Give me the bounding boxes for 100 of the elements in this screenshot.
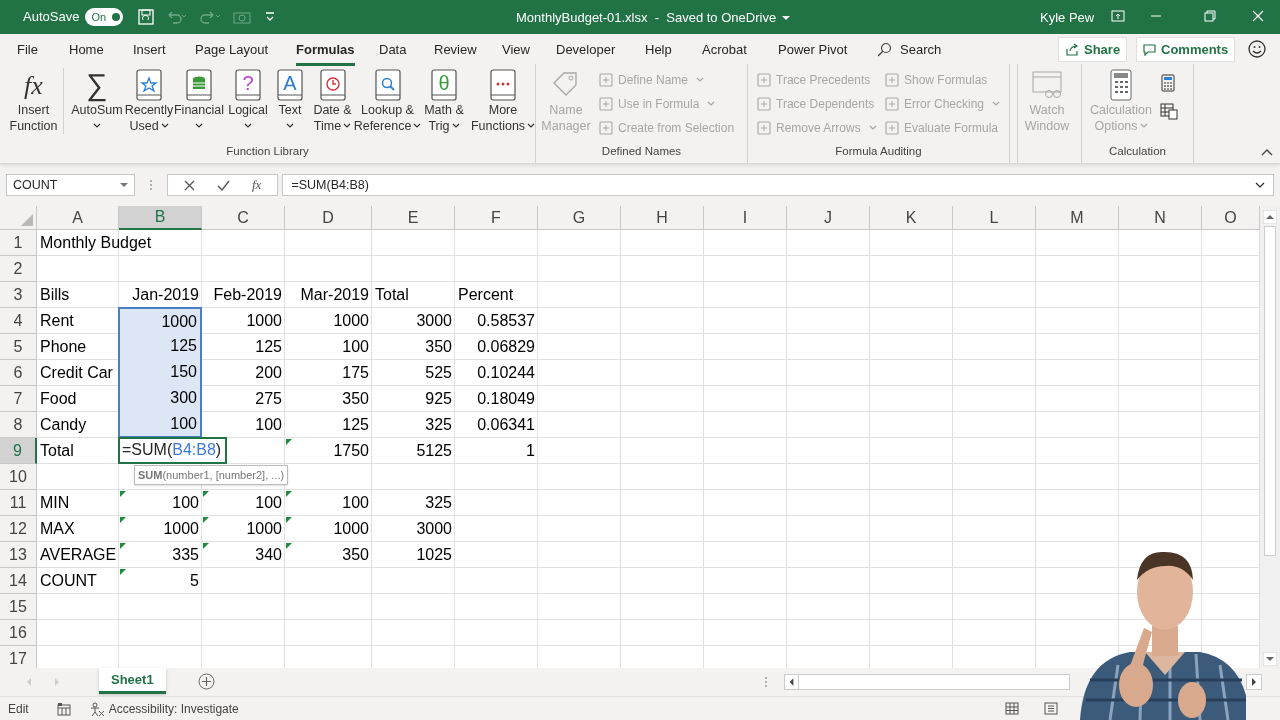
ribbon-tab[interactable]: Home [69,40,104,66]
normal-view-icon[interactable] [1005,702,1019,715]
customize-icon[interactable] [265,12,276,22]
ribbon-tab[interactable]: Acrobat [702,40,747,66]
function-button[interactable]: Date & Time [310,68,355,134]
row-header[interactable]: 9 [0,438,37,464]
scroll-up-icon[interactable] [1263,210,1277,224]
scroll-right-icon[interactable] [1246,674,1262,690]
page-layout-view-icon[interactable] [1044,702,1058,715]
comments-button[interactable]: Comments [1136,37,1236,62]
column-header[interactable]: M [1036,206,1119,230]
column-header[interactable]: K [870,206,953,230]
add-sheet-icon[interactable] [198,673,215,690]
row-header[interactable]: 7 [0,386,37,412]
column-header[interactable]: F [455,206,538,230]
name-box[interactable]: COUNT [6,174,135,196]
ribbon-tab[interactable]: Page Layout [195,40,268,66]
function-button[interactable]: fx Insert Function [4,68,64,134]
collapse-ribbon-icon[interactable] [1261,148,1273,156]
function-button[interactable]: θ Math & Trig [420,68,468,134]
scroll-thumb[interactable] [1264,226,1276,556]
column-header[interactable]: J [787,206,870,230]
column-header[interactable]: L [953,206,1036,230]
close-icon[interactable] [1252,10,1264,22]
ribbon-tab[interactable]: Help [645,40,672,66]
row-header[interactable]: 4 [0,308,37,334]
row-header[interactable]: 14 [0,568,37,594]
cell-text: 100 [255,493,282,513]
row-header[interactable]: 17 [0,646,37,668]
row-header[interactable]: 11 [0,490,37,516]
share-button[interactable]: Share [1058,37,1128,62]
cell-text: 0.10244 [477,363,535,383]
active-cell[interactable]: =SUM(B4:B8) [118,437,228,464]
function-button[interactable]: Recently Used [126,68,172,134]
column-header[interactable]: E [372,206,455,230]
cell-text: 100 [342,337,369,357]
function-button[interactable]: ∑ AutoSum [68,68,126,134]
calculator-icon[interactable] [1160,74,1176,92]
autosave-toggle[interactable]: On [85,8,124,26]
cancel-icon[interactable] [184,179,195,191]
row-header[interactable]: 13 [0,542,37,568]
row-header[interactable]: 10 [0,464,37,490]
scroll-down-icon[interactable] [1263,652,1277,666]
row-header[interactable]: 5 [0,334,37,360]
column-header[interactable]: H [621,206,704,230]
restore-icon[interactable] [1204,10,1216,22]
column-header[interactable]: I [704,206,787,230]
cell-text: 100 [342,493,369,513]
row-header[interactable]: 6 [0,360,37,386]
column-header[interactable]: G [538,206,621,230]
row-header[interactable]: 2 [0,256,37,282]
cell-text: 200 [255,363,282,383]
row-header[interactable]: 1 [0,230,37,256]
save-icon[interactable] [137,8,156,26]
sum-icon: ∑ [86,70,108,100]
ribbon-tab[interactable]: Power Pivot [778,40,848,66]
function-tooltip: SUM(number1, [number2], ...) [134,465,289,485]
ribbon-tab[interactable]: File [17,40,38,66]
formula-field[interactable]: =SUM(B4:B8) [282,174,1274,196]
row-header[interactable]: 15 [0,594,37,620]
horizontal-scrollbar[interactable] [784,674,1070,690]
function-button[interactable]: Lookup & Reference [355,68,420,134]
row-header[interactable]: 16 [0,620,37,646]
column-header[interactable]: B [119,206,202,230]
ribbon-tab[interactable]: Data [379,40,407,66]
row-header[interactable]: 8 [0,412,37,438]
column-header[interactable]: N [1119,206,1202,230]
caret-icon[interactable] [782,14,791,21]
ribbon-tab[interactable]: Formulas [296,40,355,66]
ribbon-tab[interactable]: View [502,40,530,66]
smiley-icon[interactable] [1248,40,1266,58]
dots-book-icon [490,69,516,101]
ribbon-tab[interactable]: Developer [556,40,616,66]
cell-text: 335 [172,545,199,565]
function-button[interactable]: Financial [172,68,226,134]
ribbon-display-icon[interactable] [1111,10,1125,22]
expand-icon[interactable] [1255,182,1265,188]
more-icon [149,179,153,191]
search-field[interactable]: Search [900,40,980,60]
clock-book-icon [319,69,346,101]
sheet-calculator-icon[interactable] [1160,102,1178,120]
ribbon-tab[interactable]: Review [434,40,477,66]
document-title: MonthlyBudget-01.xlsx - Saved to OneDrive [516,9,777,27]
cell-text: 1025 [416,545,452,565]
insert-function-button[interactable]: fx [252,175,262,195]
cell-text: 525 [425,363,452,383]
cell-text: 350 [425,337,452,357]
comment-icon [1143,43,1156,56]
ribbon-tab[interactable]: Insert [133,40,166,66]
row-header[interactable]: 3 [0,282,37,308]
sheet-tab[interactable]: Sheet1 [99,668,166,694]
function-button[interactable]: More Functions [468,68,538,134]
function-button[interactable]: ? Logical [226,68,270,134]
accessibility-button[interactable]: Accessibility: Investigate [88,699,239,718]
row-header[interactable]: 12 [0,516,37,542]
cell-text: 1000 [163,519,199,539]
column-header[interactable]: C [202,206,285,230]
function-button[interactable]: A Text [270,68,310,134]
column-header[interactable]: D [285,206,372,230]
enter-icon[interactable] [217,179,230,191]
